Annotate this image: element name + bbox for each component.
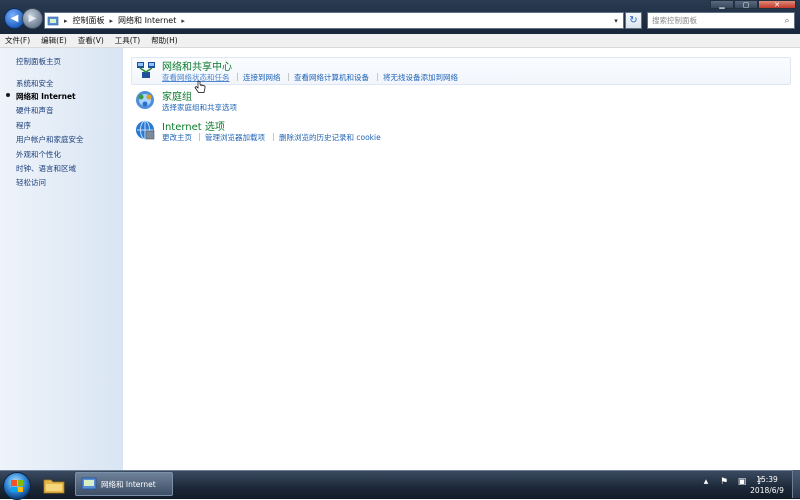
sidebar-item-hardware-sound[interactable]: 硬件和声音 — [16, 105, 54, 116]
category-title-internet-options[interactable]: Internet 选项 — [162, 118, 225, 133]
task-separator — [199, 133, 200, 141]
window-controls: ▁ ▢ ✕ — [710, 0, 796, 9]
sidebar-item-user-accounts[interactable]: 用户帐户和家庭安全 — [16, 134, 84, 145]
sidebar-item-clock-language[interactable]: 时钟、语言和区域 — [16, 163, 76, 174]
control-panel-icon — [47, 16, 59, 25]
category-title-network-sharing[interactable]: 网络和共享中心 — [162, 58, 232, 73]
task-view-network-computers[interactable]: 查看网络计算机和设备 — [294, 72, 369, 83]
forward-button[interactable]: ▶ — [22, 8, 43, 29]
breadcrumb-separator[interactable]: ▸ — [181, 17, 185, 25]
task-separator — [273, 133, 274, 141]
sidebar-item-ease-of-access[interactable]: 轻松访问 — [16, 177, 46, 188]
taskbar-window-label: 网络和 Internet — [101, 479, 156, 489]
active-bullet-icon — [6, 93, 10, 97]
breadcrumb-separator[interactable]: ▸ — [110, 17, 114, 25]
sidebar-item-programs[interactable]: 程序 — [16, 120, 31, 131]
menu-tools[interactable]: 工具(T) — [115, 35, 140, 46]
start-button[interactable] — [3, 472, 31, 500]
task-change-homepage[interactable]: 更改主页 — [162, 132, 192, 143]
task-homegroup-sharing[interactable]: 选择家庭组和共享选项 — [162, 102, 237, 113]
sidebar-item-system-security[interactable]: 系统和安全 — [16, 78, 54, 89]
clock-time: 15:39 — [756, 475, 778, 484]
sidebar-item-network-internet[interactable]: 网络和 Internet — [16, 91, 76, 102]
taskbar-explorer-button[interactable] — [38, 472, 70, 497]
address-bar[interactable]: ▸ 控制面板 ▸ 网络和 Internet ▸ ▾ — [44, 12, 624, 29]
task-add-wireless-device[interactable]: 将无线设备添加到网络 — [383, 72, 458, 83]
menu-view[interactable]: 查看(V) — [78, 35, 104, 46]
refresh-icon: ↻ — [629, 15, 638, 26]
sidebar-item-appearance[interactable]: 外观和个性化 — [16, 149, 61, 160]
network-sharing-icon — [137, 62, 155, 78]
homegroup-icon — [136, 91, 154, 109]
minimize-button[interactable]: ▁ — [710, 0, 734, 9]
hand-cursor-icon — [194, 80, 206, 93]
category-title-homegroup[interactable]: 家庭组 — [162, 88, 192, 103]
search-icon[interactable]: ⌕ — [780, 16, 794, 26]
maximize-button[interactable]: ▢ — [734, 0, 758, 9]
flag-icon[interactable]: ⚑ — [718, 476, 730, 488]
task-manage-addons[interactable]: 管理浏览器加载项 — [205, 132, 265, 143]
clock[interactable]: 15:39 2018/6/9 — [744, 474, 790, 496]
menu-file[interactable]: 文件(F) — [5, 35, 30, 46]
task-separator — [288, 73, 289, 81]
refresh-button[interactable]: ↻ — [625, 12, 642, 29]
menu-help[interactable]: 帮助(H) — [151, 35, 178, 46]
arrow-left-icon: ◀ — [10, 13, 19, 24]
search-input[interactable]: 搜索控制面板 ⌕ — [647, 12, 795, 29]
breadcrumb-separator: ▸ — [64, 16, 68, 25]
search-placeholder: 搜索控制面板 — [652, 16, 697, 25]
task-connect-network[interactable]: 连接到网络 — [243, 72, 281, 83]
breadcrumb-control-panel[interactable]: 控制面板 — [73, 15, 105, 26]
taskbar-window-button[interactable]: 网络和 Internet — [75, 472, 173, 496]
task-delete-history[interactable]: 删除浏览的历史记录和 cookie — [279, 132, 381, 143]
task-separator — [237, 73, 238, 81]
internet-options-icon — [136, 120, 155, 140]
menu-edit[interactable]: 编辑(E) — [41, 35, 67, 46]
menu-bar: 文件(F) 编辑(E) 查看(V) 工具(T) 帮助(H) — [0, 34, 800, 48]
clock-date: 2018/6/9 — [750, 486, 784, 495]
address-dropdown-icon[interactable]: ▾ — [609, 13, 623, 28]
minimize-icon: ▁ — [719, 0, 725, 9]
control-panel-icon — [81, 477, 97, 490]
show-desktop-button[interactable] — [792, 470, 800, 498]
windows-logo-icon — [11, 480, 23, 492]
task-separator — [377, 73, 378, 81]
close-icon: ✕ — [774, 0, 780, 9]
folder-icon — [43, 479, 65, 493]
breadcrumb-network-internet[interactable]: 网络和 Internet — [118, 15, 176, 26]
arrow-right-icon: ▶ — [28, 13, 37, 24]
show-hidden-icons-icon[interactable]: ▴ — [700, 476, 712, 488]
close-button[interactable]: ✕ — [758, 0, 796, 9]
sidebar-item-control-panel-home[interactable]: 控制面板主页 — [16, 56, 61, 67]
maximize-icon: ▢ — [742, 0, 750, 9]
